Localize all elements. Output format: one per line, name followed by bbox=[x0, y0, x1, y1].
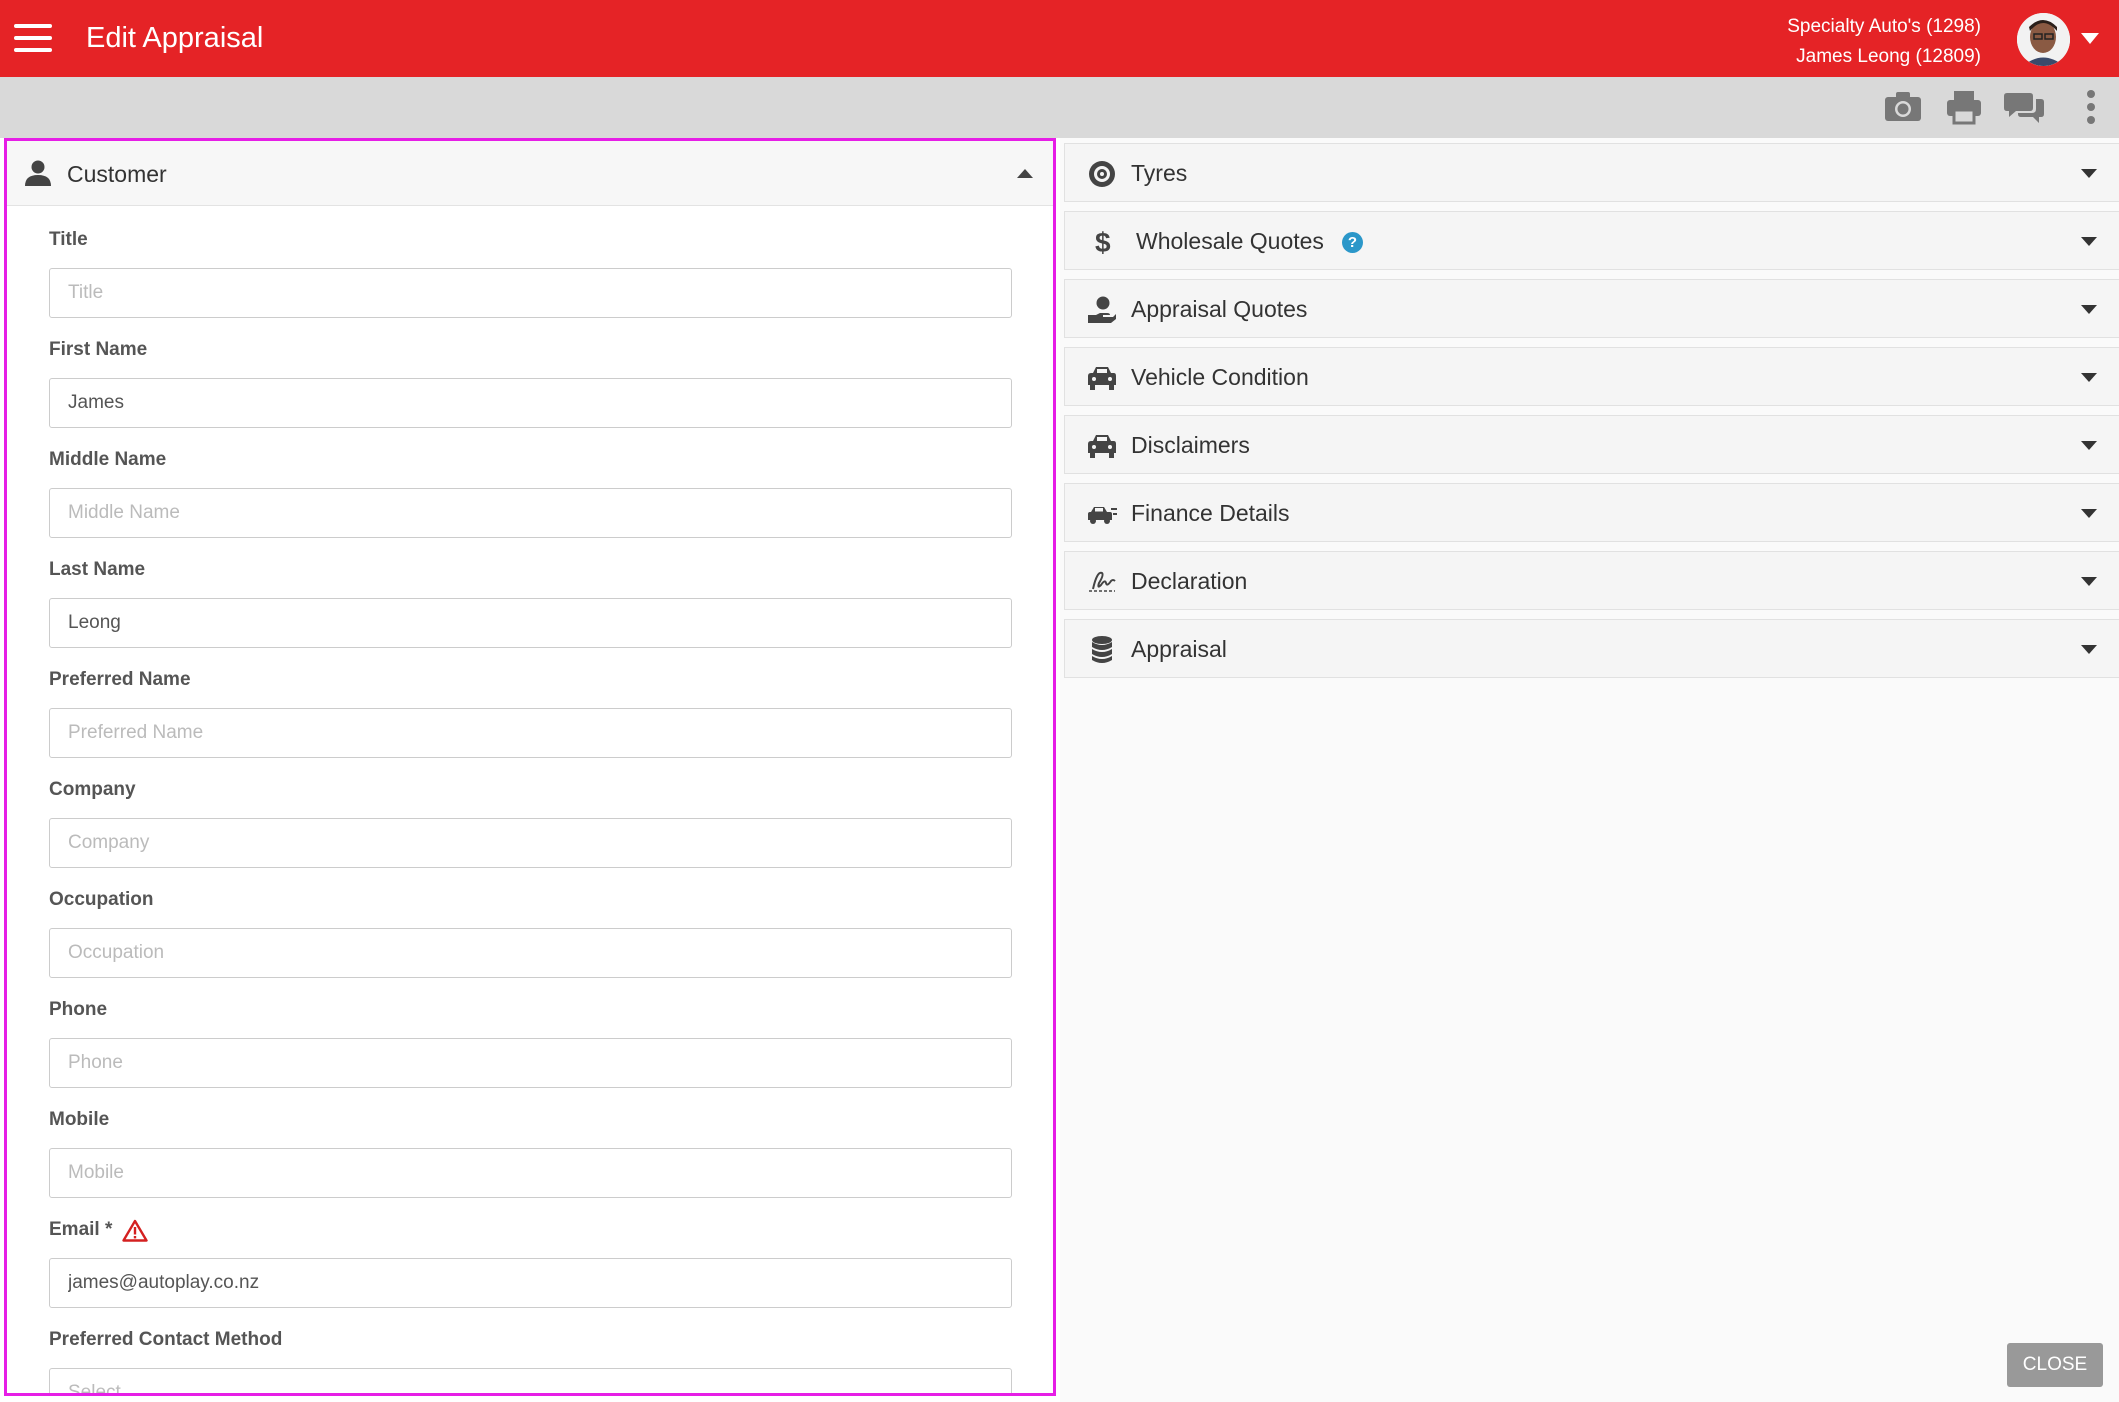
hamburger-menu-icon[interactable] bbox=[14, 24, 52, 54]
section-tyres[interactable]: Tyres bbox=[1064, 143, 2119, 202]
expand-caret-icon[interactable] bbox=[2081, 441, 2097, 450]
section-appraisal-label: Appraisal bbox=[1131, 636, 1227, 662]
account-dropdown-icon[interactable] bbox=[2081, 33, 2099, 44]
middle-name-label: Middle Name bbox=[49, 449, 167, 470]
user-icon bbox=[25, 160, 51, 186]
car-icon bbox=[1088, 435, 1116, 458]
mobile-label: Mobile bbox=[49, 1109, 110, 1130]
warning-icon bbox=[122, 1219, 149, 1242]
last-name-label: Last Name bbox=[49, 559, 146, 580]
section-declaration-label: Declaration bbox=[1131, 568, 1248, 594]
company-field: Company bbox=[49, 777, 1012, 868]
last-name-input[interactable] bbox=[49, 598, 1012, 648]
email-label-row: Email * bbox=[49, 1217, 1012, 1243]
section-tyres-label: Tyres bbox=[1131, 160, 1188, 186]
phone-input[interactable] bbox=[49, 1038, 1012, 1088]
section-appraisal-quotes-label: Appraisal Quotes bbox=[1131, 296, 1308, 322]
svg-text:$: $ bbox=[1095, 227, 1111, 257]
customer-panel-title: Customer bbox=[67, 161, 167, 187]
email-field: Email * bbox=[49, 1217, 1012, 1308]
expand-caret-icon[interactable] bbox=[2081, 237, 2097, 246]
close-button[interactable]: CLOSE bbox=[2007, 1343, 2103, 1387]
preferred-contact-label: Preferred Contact Method bbox=[49, 1329, 283, 1350]
preferred-name-field: Preferred Name bbox=[49, 667, 1012, 758]
database-icon bbox=[1092, 636, 1112, 663]
section-wholesale-quotes[interactable]: $ Wholesale Quotes? bbox=[1064, 211, 2119, 270]
chat-icon[interactable] bbox=[2004, 89, 2044, 125]
section-appraisal[interactable]: Appraisal bbox=[1064, 619, 2119, 678]
collapse-caret-icon[interactable] bbox=[1017, 169, 1033, 178]
wholesale-quotes-text: Wholesale Quotes bbox=[1136, 228, 1324, 254]
section-finance-details[interactable]: Finance Details bbox=[1064, 483, 2119, 542]
company-label: Company bbox=[49, 779, 136, 800]
section-vehicle-condition[interactable]: Vehicle Condition bbox=[1064, 347, 2119, 406]
title-field: Title bbox=[49, 227, 1012, 318]
occupation-input[interactable] bbox=[49, 928, 1012, 978]
expand-caret-icon[interactable] bbox=[2081, 645, 2097, 654]
hand-money-icon bbox=[1088, 296, 1116, 323]
section-wholesale-quotes-label: Wholesale Quotes? bbox=[1136, 228, 1363, 255]
help-icon[interactable]: ? bbox=[1341, 232, 1363, 253]
sections-accordion: Tyres $ Wholesale Quotes? Appraisal Quot… bbox=[1064, 143, 2119, 687]
phone-label: Phone bbox=[49, 999, 108, 1020]
title-input[interactable] bbox=[49, 268, 1012, 318]
preferred-contact-field: Preferred Contact Method bbox=[49, 1327, 1012, 1393]
app-bar: Edit Appraisal Specialty Auto's (1298) J… bbox=[0, 0, 2119, 77]
user-photo-icon bbox=[2017, 13, 2070, 66]
dollar-icon: $ bbox=[1095, 227, 1111, 257]
dealer-name: Specialty Auto's (1298) bbox=[1787, 16, 1981, 37]
avatar[interactable] bbox=[2017, 13, 2070, 66]
mobile-input[interactable] bbox=[49, 1148, 1012, 1198]
section-finance-details-label: Finance Details bbox=[1131, 500, 1290, 526]
expand-caret-icon[interactable] bbox=[2081, 169, 2097, 178]
customer-panel: Customer Title First Name Middle Name La… bbox=[4, 138, 1056, 1396]
section-disclaimers-label: Disclaimers bbox=[1131, 432, 1250, 458]
occupation-field: Occupation bbox=[49, 887, 1012, 978]
section-disclaimers[interactable]: Disclaimers bbox=[1064, 415, 2119, 474]
more-vert-icon[interactable] bbox=[2086, 89, 2096, 125]
user-name: James Leong (12809) bbox=[1796, 46, 1981, 67]
expand-caret-icon[interactable] bbox=[2081, 305, 2097, 314]
expand-caret-icon[interactable] bbox=[2081, 577, 2097, 586]
section-vehicle-condition-label: Vehicle Condition bbox=[1131, 364, 1309, 390]
signature-icon bbox=[1089, 571, 1116, 592]
phone-field: Phone bbox=[49, 997, 1012, 1088]
section-appraisal-quotes[interactable]: Appraisal Quotes bbox=[1064, 279, 2119, 338]
section-declaration[interactable]: Declaration bbox=[1064, 551, 2119, 610]
first-name-label: First Name bbox=[49, 339, 148, 360]
mobile-field: Mobile bbox=[49, 1107, 1012, 1198]
customer-panel-header[interactable]: Customer bbox=[7, 141, 1053, 206]
email-label: Email * bbox=[49, 1219, 113, 1240]
email-input[interactable] bbox=[49, 1258, 1012, 1308]
first-name-input[interactable] bbox=[49, 378, 1012, 428]
preferred-contact-select[interactable] bbox=[49, 1368, 1012, 1393]
first-name-field: First Name bbox=[49, 337, 1012, 428]
tyre-icon bbox=[1089, 161, 1115, 187]
title-label: Title bbox=[49, 229, 88, 250]
page-title: Edit Appraisal bbox=[86, 22, 264, 54]
occupation-label: Occupation bbox=[49, 889, 154, 910]
middle-name-field: Middle Name bbox=[49, 447, 1012, 538]
preferred-name-label: Preferred Name bbox=[49, 669, 191, 690]
last-name-field: Last Name bbox=[49, 557, 1012, 648]
camera-icon[interactable] bbox=[1884, 89, 1922, 125]
preferred-name-input[interactable] bbox=[49, 708, 1012, 758]
car-finance-icon bbox=[1088, 507, 1117, 524]
expand-caret-icon[interactable] bbox=[2081, 373, 2097, 382]
toolbar bbox=[0, 77, 2119, 138]
expand-caret-icon[interactable] bbox=[2081, 509, 2097, 518]
user-info: Specialty Auto's (1298) James Leong (128… bbox=[1787, 12, 1981, 72]
car-icon bbox=[1088, 367, 1116, 390]
print-icon[interactable] bbox=[1946, 89, 1982, 125]
middle-name-input[interactable] bbox=[49, 488, 1012, 538]
company-input[interactable] bbox=[49, 818, 1012, 868]
